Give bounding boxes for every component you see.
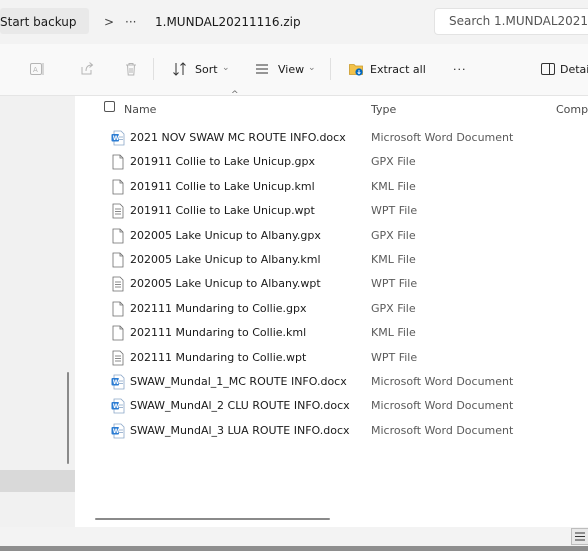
- horizontal-scrollbar[interactable]: [95, 518, 330, 520]
- file-type: Microsoft Word Document: [371, 375, 514, 388]
- svg-text:W: W: [113, 379, 120, 386]
- details-view-toggle-icon[interactable]: [571, 528, 588, 545]
- more-options-button[interactable]: ···: [453, 63, 467, 76]
- word-doc-icon: W: [111, 374, 125, 390]
- file-type: KML File: [371, 326, 416, 340]
- file-name: 201911 Collie to Lake Unicup.wpt: [130, 204, 315, 218]
- file-type: Microsoft Word Document: [371, 399, 514, 413]
- file-name: 2021 NOV SWAW MC ROUTE INFO.docx: [130, 131, 346, 144]
- file-icon: [112, 154, 124, 170]
- column-header-name[interactable]: Name: [124, 103, 156, 116]
- search-placeholder: Search 1.MUNDAL20211: [449, 14, 588, 28]
- file-row[interactable]: 202111 Mundaring to Collie.kml KML File: [75, 321, 588, 345]
- file-name: 202111 Mundaring to Collie.kml: [130, 326, 307, 340]
- file-type: Microsoft Word Document: [371, 131, 514, 144]
- view-button[interactable]: View: [278, 63, 304, 76]
- file-type: WPT File: [371, 204, 418, 218]
- sort-icon[interactable]: [172, 61, 188, 77]
- column-header-type[interactable]: Type: [371, 103, 396, 116]
- file-icon: [112, 325, 124, 341]
- navigation-pane[interactable]: [0, 96, 75, 527]
- file-type: GPX File: [371, 301, 416, 315]
- file-type: WPT File: [371, 277, 418, 291]
- sort-chevron-down-icon[interactable]: ⌄: [222, 63, 230, 73]
- breadcrumb-current-folder[interactable]: 1.MUNDAL20211116.zip: [155, 11, 301, 33]
- file-row[interactable]: 202005 Lake Unicup to Albany.kml KML File: [75, 248, 588, 272]
- file-type: WPT File: [371, 350, 418, 364]
- file-type: Microsoft Word Document: [371, 423, 514, 437]
- breadcrumb-separator-icon[interactable]: >: [104, 11, 114, 33]
- file-name: 202111 Mundaring to Collie.gpx: [130, 301, 307, 315]
- share-icon[interactable]: [79, 61, 95, 77]
- navigation-scrollbar[interactable]: [67, 372, 69, 464]
- svg-text:W: W: [113, 428, 120, 435]
- search-input[interactable]: Search 1.MUNDAL20211: [434, 8, 588, 35]
- command-separator: [153, 58, 154, 80]
- file-type: GPX File: [371, 155, 416, 169]
- command-separator: [330, 58, 331, 80]
- file-row[interactable]: W SWAW_MundAl_2 CLU ROUTE INFO.docx Micros…: [75, 394, 588, 418]
- file-name: SWAW_Mundal_1_MC ROUTE INFO.docx: [130, 375, 347, 388]
- file-type: KML File: [371, 179, 416, 193]
- file-icon: [112, 301, 124, 317]
- navigation-selected-item[interactable]: [0, 470, 75, 492]
- file-row[interactable]: W SWAW_Mundal_1_MC ROUTE INFO.docx Microso…: [75, 370, 588, 394]
- file-row[interactable]: 202005 Lake Unicup to Albany.gpx GPX File: [75, 224, 588, 248]
- breadcrumb-start[interactable]: Start backup: [0, 11, 77, 33]
- address-bar: Start backup > ··· 1.MUNDAL20211116.zip …: [0, 0, 588, 44]
- file-type: GPX File: [371, 228, 416, 242]
- breadcrumb-overflow-button[interactable]: ···: [125, 11, 136, 33]
- window-bottom-border: [0, 546, 588, 551]
- word-doc-icon: W: [111, 130, 125, 146]
- file-row[interactable]: 202111 Mundaring to Collie.wpt WPT File: [75, 346, 588, 370]
- file-type: KML File: [371, 253, 416, 266]
- file-name: 201911 Collie to Lake Unicup.gpx: [130, 155, 316, 169]
- svg-text:W: W: [113, 403, 120, 410]
- svg-text:A: A: [33, 66, 38, 74]
- file-row[interactable]: 201911 Collie to Lake Unicup.kml KML File: [75, 175, 588, 199]
- text-file-icon: [112, 276, 124, 292]
- file-name: 202005 Lake Unicup to Albany.wpt: [130, 277, 321, 291]
- file-icon: [112, 179, 124, 195]
- details-button[interactable]: Detai: [560, 63, 588, 76]
- svg-text:W: W: [113, 135, 120, 142]
- sort-ascending-icon: ^: [231, 90, 239, 100]
- file-name: 201911 Collie to Lake Unicup.kml: [130, 179, 315, 193]
- text-file-icon: [112, 203, 124, 219]
- word-doc-icon: W: [111, 398, 125, 414]
- file-name: 202005 Lake Unicup to Albany.kml: [130, 253, 321, 266]
- file-name: 202005 Lake Unicup to Albany.gpx: [130, 228, 321, 242]
- column-header-compressed-size[interactable]: Comp: [556, 103, 588, 116]
- details-pane-icon[interactable]: [540, 61, 556, 77]
- command-bar: A Sort ⌄ View ⌄ Extract all ··· Detai: [0, 44, 588, 96]
- file-icon: [112, 252, 124, 268]
- select-all-checkbox[interactable]: [104, 101, 115, 112]
- rename-icon[interactable]: A: [29, 61, 45, 77]
- file-row[interactable]: 201911 Collie to Lake Unicup.wpt WPT File: [75, 199, 588, 223]
- file-row[interactable]: 202111 Mundaring to Collie.gpx GPX File: [75, 297, 588, 321]
- file-row[interactable]: W 2021 NOV SWAW MC ROUTE INFO.docx Microso…: [75, 126, 588, 150]
- file-row[interactable]: W SWAW_MundAl_3 LUA ROUTE INFO.docx Micros…: [75, 419, 588, 443]
- delete-icon[interactable]: [123, 61, 139, 77]
- file-icon: [112, 228, 124, 243]
- file-name: 202111 Mundaring to Collie.wpt: [130, 350, 307, 364]
- file-row[interactable]: 201911 Collie to Lake Unicup.gpx GPX File: [75, 150, 588, 174]
- text-file-icon: [112, 350, 124, 365]
- view-icon[interactable]: [254, 61, 270, 77]
- view-chevron-down-icon[interactable]: ⌄: [308, 63, 316, 73]
- file-row[interactable]: 202005 Lake Unicup to Albany.wpt WPT File: [75, 272, 588, 296]
- file-name: SWAW_MundAl_2 CLU ROUTE INFO.docx: [130, 399, 350, 413]
- extract-all-icon[interactable]: [348, 61, 364, 77]
- extract-all-button[interactable]: Extract all: [370, 63, 426, 76]
- word-doc-icon: W: [111, 423, 125, 439]
- sort-button[interactable]: Sort: [195, 63, 218, 76]
- file-name: SWAW_MundAl_3 LUA ROUTE INFO.docx: [130, 423, 350, 437]
